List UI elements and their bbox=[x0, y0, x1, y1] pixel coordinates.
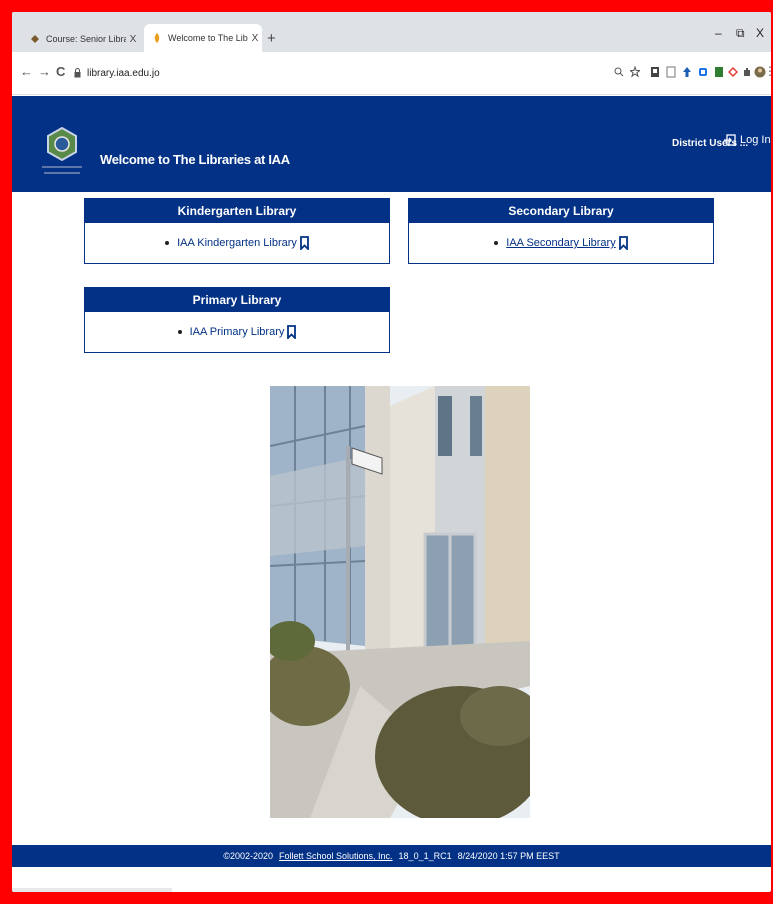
status-bar bbox=[12, 888, 172, 892]
follett-favicon-icon bbox=[154, 33, 160, 43]
address-bar: ← → C library.iaa.edu.jo ⋮ bbox=[12, 52, 771, 95]
follett-link[interactable]: Follett School Solutions, Inc. bbox=[279, 851, 393, 861]
copyright-text: ©2002-2020 bbox=[223, 851, 273, 861]
extension-translate-icon[interactable] bbox=[650, 66, 660, 78]
bookmark-icon[interactable] bbox=[618, 236, 628, 250]
tab-welcome-libraries[interactable]: Welcome to The Libraries at IAA X bbox=[144, 24, 262, 52]
tab-title: Welcome to The Libraries at IAA bbox=[168, 33, 248, 43]
moodle-favicon-icon bbox=[31, 35, 39, 43]
url-text: library.iaa.edu.jo bbox=[87, 67, 160, 79]
library-heading: Kindergarten Library bbox=[85, 199, 389, 223]
site-header: Welcome to The Libraries at IAA District… bbox=[12, 96, 771, 192]
close-window-button[interactable]: X bbox=[756, 26, 764, 40]
reload-button[interactable]: C bbox=[56, 64, 65, 79]
library-heading: Primary Library bbox=[85, 288, 389, 312]
tab-strip: Course: Senior Library X Welcome to The … bbox=[12, 12, 771, 52]
extension-upload-icon[interactable] bbox=[682, 66, 692, 78]
library-link[interactable]: IAA Kindergarten Library bbox=[177, 237, 297, 249]
page-footer: ©2002-2020 Follett School Solutions, Inc… bbox=[12, 845, 771, 867]
version-text: 18_0_1_RC1 bbox=[398, 851, 452, 861]
bullet bbox=[494, 241, 499, 245]
library-heading: Secondary Library bbox=[409, 199, 713, 223]
bookmark-star-icon[interactable] bbox=[630, 66, 640, 78]
bullet bbox=[177, 330, 182, 334]
login-icon bbox=[724, 134, 736, 146]
timestamp-text: 8/24/2020 1:57 PM EEST bbox=[457, 851, 560, 861]
secondary-library-card: Secondary Library IAA Secondary Library bbox=[408, 198, 714, 264]
browser-window: Course: Senior Library X Welcome to The … bbox=[12, 12, 771, 892]
extension-shield-icon[interactable] bbox=[698, 66, 708, 78]
minimize-button[interactable]: – bbox=[715, 26, 722, 40]
page-title: Welcome to The Libraries at IAA bbox=[100, 152, 290, 167]
extension-green-icon[interactable] bbox=[714, 66, 724, 78]
library-link[interactable]: IAA Primary Library bbox=[190, 326, 285, 338]
back-button[interactable]: ← bbox=[20, 64, 33, 79]
login-label: Log In bbox=[740, 134, 771, 146]
maximize-button[interactable]: ⧉ bbox=[736, 26, 745, 41]
library-building-photo bbox=[270, 386, 530, 818]
kindergarten-library-card: Kindergarten Library IAA Kindergarten Li… bbox=[84, 198, 390, 264]
login-button[interactable]: Log In bbox=[724, 134, 771, 146]
bookmark-icon[interactable] bbox=[287, 325, 297, 339]
menu-kebab-icon[interactable]: ⋮ bbox=[764, 64, 771, 78]
zoom-icon[interactable] bbox=[614, 66, 624, 78]
extension-doc-icon[interactable] bbox=[666, 66, 676, 78]
extensions-puzzle-icon[interactable] bbox=[742, 66, 752, 78]
tab-title: Course: Senior Library bbox=[46, 34, 126, 44]
extension-diamond-icon[interactable] bbox=[728, 66, 738, 78]
tab-course-senior-library[interactable]: Course: Senior Library X bbox=[22, 26, 140, 52]
bullet bbox=[165, 241, 170, 245]
url-field[interactable]: library.iaa.edu.jo bbox=[74, 62, 594, 84]
forward-button[interactable]: → bbox=[38, 64, 51, 79]
lock-icon bbox=[74, 68, 81, 78]
new-tab-button[interactable]: + bbox=[267, 30, 276, 47]
bookmark-icon[interactable] bbox=[300, 236, 309, 250]
primary-library-card: Primary Library IAA Primary Library bbox=[84, 287, 390, 353]
library-link[interactable]: IAA Secondary Library bbox=[506, 237, 615, 249]
school-logo-icon bbox=[42, 126, 82, 174]
tab-close-button[interactable]: X bbox=[126, 34, 140, 45]
tab-close-button[interactable]: X bbox=[248, 33, 262, 44]
